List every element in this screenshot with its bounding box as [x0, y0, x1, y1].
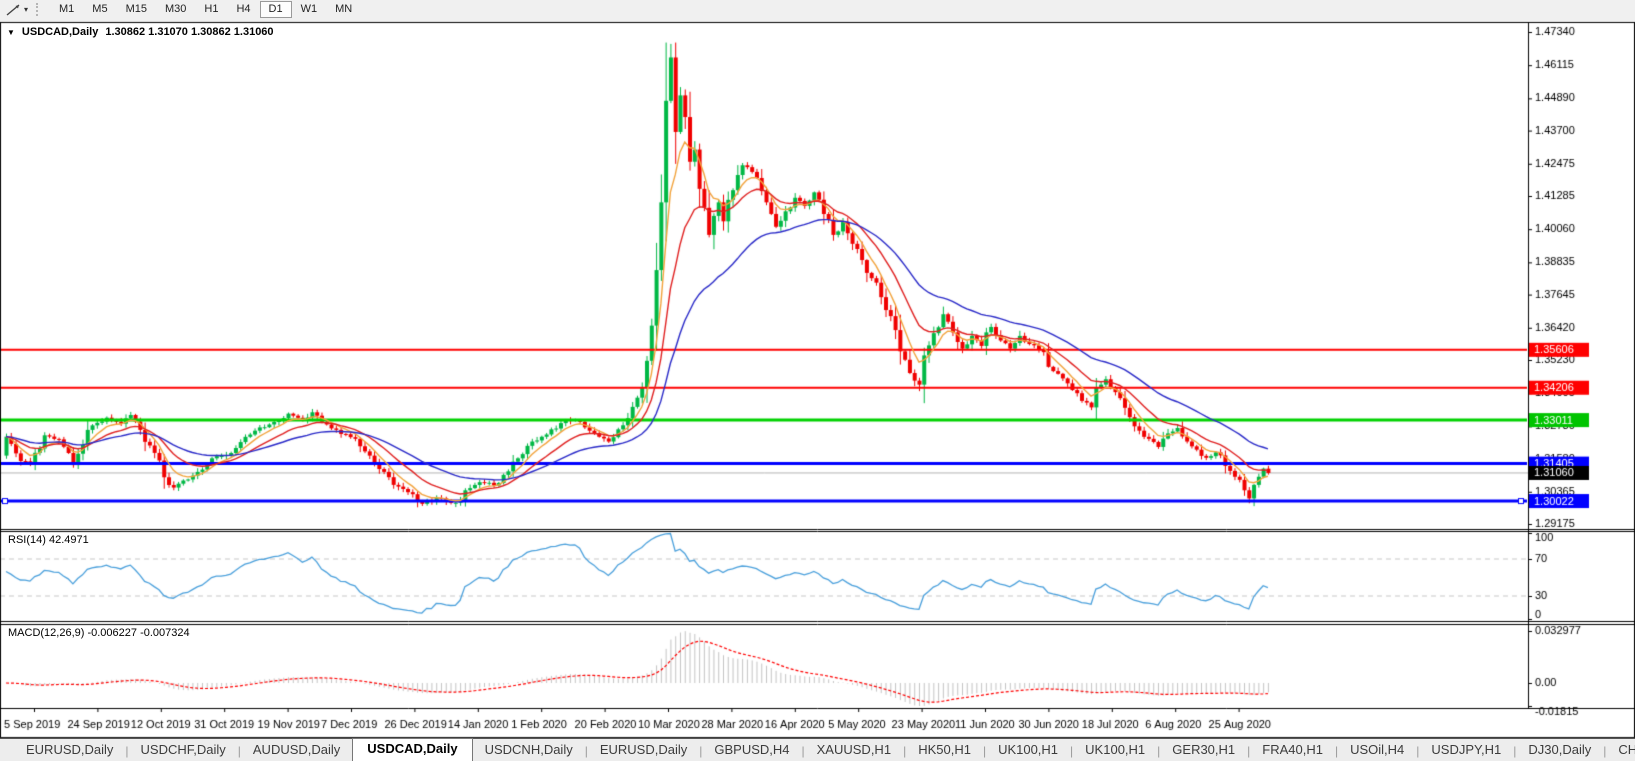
- timeframe-button-m1[interactable]: M1: [50, 1, 83, 18]
- chart-tab-ger30-h1[interactable]: GER30,H1: [1160, 740, 1247, 761]
- chart-tab-usoil-h4[interactable]: USOil,H4: [1338, 740, 1416, 761]
- trading-terminal: { "toolbar": { "tool_icon": "line-drawin…: [0, 0, 1635, 761]
- chart-tab-china300-h1[interactable]: CHINA300,H1: [1606, 740, 1635, 761]
- line-drawing-tool-icon[interactable]: [4, 2, 22, 17]
- chart-tab-usdchf-daily[interactable]: USDCHF,Daily: [129, 740, 238, 761]
- chart-tab-eurusd-daily[interactable]: EURUSD,Daily: [14, 740, 125, 761]
- timeframe-button-h4[interactable]: H4: [227, 1, 259, 18]
- timeframe-toolbar: ▾ M1 M5 M15 M30 H1 H4 D1 W1 MN: [0, 0, 1635, 19]
- collapse-triangle-icon[interactable]: ▼: [7, 28, 15, 37]
- macd-indicator-label: MACD(12,26,9) -0.006227 -0.007324: [8, 627, 190, 639]
- chart-tab-eurusd-daily[interactable]: EURUSD,Daily: [588, 740, 699, 761]
- chart-ohlc-values: 1.30862 1.31070 1.30862 1.31060: [105, 26, 274, 38]
- chart-tab-hk50-h1[interactable]: HK50,H1: [906, 740, 983, 761]
- chart-tab-dj30-daily[interactable]: DJ30,Daily: [1516, 740, 1603, 761]
- tool-dropdown-caret[interactable]: ▾: [24, 5, 28, 14]
- chart-tab-fra40-h1[interactable]: FRA40,H1: [1250, 740, 1335, 761]
- chart-tab-usdcnh-daily[interactable]: USDCNH,Daily: [473, 740, 585, 761]
- timeframe-button-m5[interactable]: M5: [83, 1, 116, 18]
- chart-symbol-label: USDCAD,Daily: [21, 26, 99, 38]
- toolbar-grip[interactable]: [36, 3, 42, 16]
- timeframe-button-h1[interactable]: H1: [195, 1, 227, 18]
- chart-tab-xauusd-h1[interactable]: XAUUSD,H1: [805, 740, 903, 761]
- chart-tab-usdjpy-h1[interactable]: USDJPY,H1: [1419, 740, 1513, 761]
- chart-tab-usdcad-daily[interactable]: USDCAD,Daily: [352, 738, 473, 761]
- rsi-indicator-label: RSI(14) 42.4971: [8, 534, 89, 546]
- chart-ohlc-header: ▼ USDCAD,Daily 1.30862 1.31070 1.30862 1…: [7, 26, 274, 38]
- chart-tab-uk100-h1[interactable]: UK100,H1: [1073, 740, 1157, 761]
- timeframe-button-m30[interactable]: M30: [156, 1, 195, 18]
- chart-tab-audusd-daily[interactable]: AUDUSD,Daily: [241, 740, 352, 761]
- chart-tab-uk100-h1[interactable]: UK100,H1: [986, 740, 1070, 761]
- timeframe-button-m15[interactable]: M15: [117, 1, 156, 18]
- chart-tabs: EURUSD,Daily | USDCHF,Daily | AUDUSD,Daily US…: [14, 738, 1635, 761]
- price-chart-canvas[interactable]: [0, 0, 1635, 740]
- chart-tab-gbpusd-h4[interactable]: GBPUSD,H4: [702, 740, 801, 761]
- chart-tab-bar: EURUSD,Daily | USDCHF,Daily | AUDUSD,Daily US…: [0, 738, 1635, 761]
- timeframe-button-w1[interactable]: W1: [292, 1, 327, 18]
- timeframe-button-d1[interactable]: D1: [259, 1, 292, 18]
- timeframe-buttons: M1 M5 M15 M30 H1 H4 D1 W1 MN: [50, 1, 361, 18]
- timeframe-button-mn[interactable]: MN: [326, 1, 361, 18]
